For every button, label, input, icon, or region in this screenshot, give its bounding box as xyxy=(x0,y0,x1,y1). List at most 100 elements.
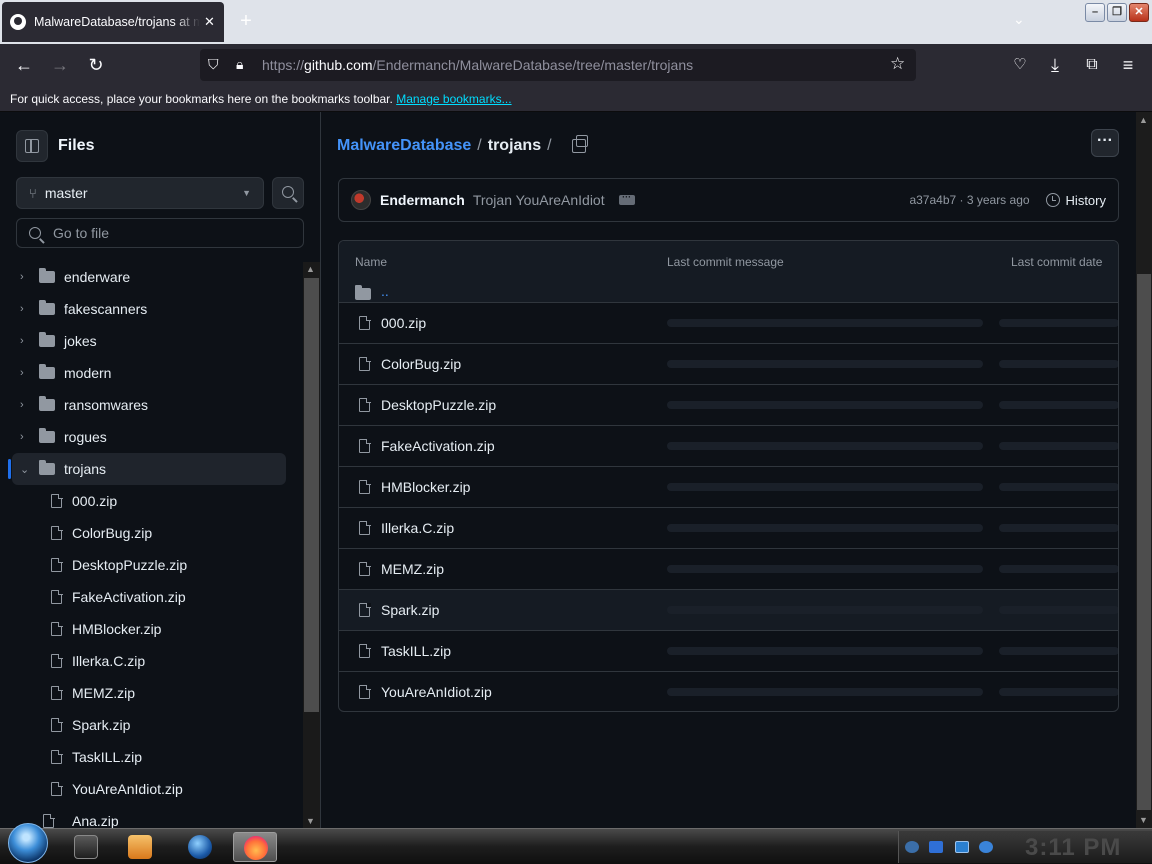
tree-file[interactable]: Illerka.C.zip xyxy=(0,645,302,677)
taskbar-item-explorer[interactable] xyxy=(64,832,108,862)
lock-icon[interactable]: 🔒︎ xyxy=(236,56,243,73)
close-window-button[interactable]: ✕ xyxy=(1129,3,1149,22)
file-name-link[interactable]: DesktopPuzzle.zip xyxy=(381,397,496,413)
tree-file[interactable]: MEMZ.zip xyxy=(0,677,302,709)
tree-folder-fakescanners[interactable]: › fakescanners xyxy=(0,293,302,325)
taskbar-item-internet[interactable] xyxy=(178,832,222,862)
expand-commit-message-button[interactable]: ··· xyxy=(618,193,635,205)
chevron-right-icon[interactable]: › xyxy=(20,303,28,315)
table-row[interactable]: TaskILL.zip xyxy=(339,630,1118,671)
search-button[interactable] xyxy=(272,177,304,209)
table-row[interactable]: ColorBug.zip xyxy=(339,343,1118,384)
file-name-link[interactable]: Illerka.C.zip xyxy=(381,520,454,536)
downloads-icon[interactable]: ⤓ xyxy=(1044,54,1066,76)
table-row[interactable]: Illerka.C.zip xyxy=(339,507,1118,548)
sidebar-scroll-thumb[interactable] xyxy=(304,278,319,712)
page-scroll-thumb[interactable] xyxy=(1137,274,1151,810)
avatar[interactable] xyxy=(351,190,371,210)
pocket-icon[interactable]: ♡ xyxy=(1009,54,1031,76)
copy-path-icon[interactable] xyxy=(571,135,588,153)
tree-file[interactable]: YouAreAnIdiot.zip xyxy=(0,773,302,805)
extensions-puzzle-icon[interactable]: ⧉ xyxy=(1081,54,1103,76)
tree-folder-enderware[interactable]: › enderware xyxy=(0,261,302,293)
tree-item-label: 000.zip xyxy=(72,493,118,509)
tray-app-icon[interactable] xyxy=(905,841,919,853)
minimize-window-button[interactable]: – xyxy=(1085,3,1105,22)
browser-tab[interactable]: MalwareDatabase/trojans at master ✕ xyxy=(2,2,224,42)
parent-directory-link[interactable]: .. xyxy=(381,283,389,299)
start-orb-button[interactable] xyxy=(8,823,48,863)
tray-display-icon[interactable] xyxy=(955,841,969,853)
list-all-tabs-chevron-icon[interactable]: ⌄ xyxy=(1013,11,1025,28)
scroll-down-arrow-icon[interactable]: ▼ xyxy=(306,816,315,826)
chevron-down-icon[interactable]: ⌄ xyxy=(20,463,29,476)
chevron-right-icon[interactable]: › xyxy=(20,399,28,411)
scroll-up-arrow-icon[interactable]: ▲ xyxy=(306,264,315,274)
breadcrumb-repo-link[interactable]: MalwareDatabase xyxy=(337,137,471,155)
table-row[interactable]: FakeActivation.zip xyxy=(339,425,1118,466)
table-row[interactable]: YouAreAnIdiot.zip xyxy=(339,671,1118,711)
tree-folder-trojans[interactable]: ⌄ trojans xyxy=(8,453,286,485)
file-name-link[interactable]: HMBlocker.zip xyxy=(381,479,470,495)
tree-file[interactable]: Spark.zip xyxy=(0,709,302,741)
tracking-protection-shield-icon[interactable]: ⛉ xyxy=(208,56,219,73)
scroll-up-arrow-icon[interactable]: ▲ xyxy=(1139,115,1148,125)
commit-message[interactable]: Trojan YouAreAnIdiot xyxy=(473,192,605,208)
tree-folder-jokes[interactable]: › jokes xyxy=(0,325,302,357)
tray-volume-icon[interactable] xyxy=(979,841,993,853)
file-name-link[interactable]: FakeActivation.zip xyxy=(381,438,495,454)
taskbar-item-firefox[interactable] xyxy=(233,832,277,862)
tree-file[interactable]: FakeActivation.zip xyxy=(0,581,302,613)
chevron-right-icon[interactable]: › xyxy=(20,431,28,443)
table-row[interactable]: Spark.zip xyxy=(339,589,1118,630)
table-row[interactable]: HMBlocker.zip xyxy=(339,466,1118,507)
file-name-link[interactable]: 000.zip xyxy=(381,315,426,331)
commit-hash-and-age[interactable]: a37a4b7 · 3 years ago xyxy=(909,193,1029,207)
tree-file[interactable]: 000.zip xyxy=(0,485,302,517)
file-name-link[interactable]: YouAreAnIdiot.zip xyxy=(381,684,492,700)
table-row[interactable]: MEMZ.zip xyxy=(339,548,1118,589)
sidebar-scrollbar[interactable]: ▲ ▼ xyxy=(303,262,320,828)
file-name-link[interactable]: ColorBug.zip xyxy=(381,356,461,372)
chevron-right-icon[interactable]: › xyxy=(20,335,28,347)
scroll-down-arrow-icon[interactable]: ▼ xyxy=(1139,815,1148,825)
folder-icon xyxy=(39,364,55,379)
tree-folder-modern[interactable]: › modern xyxy=(0,357,302,389)
tree-file[interactable]: ColorBug.zip xyxy=(0,517,302,549)
parent-directory-row[interactable]: .. xyxy=(339,282,1118,302)
forward-arrow-icon[interactable]: → xyxy=(49,54,71,76)
branch-selector[interactable]: ⑂ master ▼ xyxy=(16,177,264,209)
url-text[interactable]: https://github.com/Endermanch/MalwareDat… xyxy=(262,57,693,73)
new-tab-button[interactable]: + xyxy=(236,10,256,33)
tab-close-icon[interactable]: ✕ xyxy=(204,14,215,30)
file-name-link[interactable]: MEMZ.zip xyxy=(381,561,444,577)
table-row[interactable]: DesktopPuzzle.zip xyxy=(339,384,1118,425)
reload-icon[interactable]: ↻ xyxy=(85,54,107,76)
tree-file[interactable]: DesktopPuzzle.zip xyxy=(0,549,302,581)
file-name-link[interactable]: TaskILL.zip xyxy=(381,643,451,659)
more-options-button[interactable]: ··· xyxy=(1091,129,1119,157)
manage-bookmarks-link[interactable]: Manage bookmarks... xyxy=(396,92,511,106)
back-arrow-icon[interactable]: ← xyxy=(13,54,35,76)
tree-file[interactable]: TaskILL.zip xyxy=(0,741,302,773)
chevron-right-icon[interactable]: › xyxy=(20,367,28,379)
tree-folder-rogues[interactable]: › rogues xyxy=(0,421,302,453)
collapse-sidebar-button[interactable] xyxy=(16,130,48,162)
app-menu-hamburger-icon[interactable]: ≡ xyxy=(1117,54,1139,76)
tray-network-icon[interactable] xyxy=(929,841,943,853)
tree-file[interactable]: HMBlocker.zip xyxy=(0,613,302,645)
tree-folder-ransomwares[interactable]: › ransomwares xyxy=(0,389,302,421)
commit-author[interactable]: Endermanch xyxy=(380,192,465,208)
table-row[interactable]: 000.zip xyxy=(339,302,1118,343)
address-bar[interactable]: ⛉ 🔒︎ https://github.com/Endermanch/Malwa… xyxy=(200,49,916,81)
bookmark-star-icon[interactable]: ☆ xyxy=(890,54,905,74)
chevron-right-icon[interactable]: › xyxy=(20,271,28,283)
restore-window-button[interactable]: ❐ xyxy=(1107,3,1127,22)
go-to-file-input[interactable]: Go to file xyxy=(16,218,304,248)
taskbar-clock[interactable]: 3:11 PM xyxy=(1025,834,1121,862)
page-scrollbar[interactable]: ▲ ▼ xyxy=(1136,112,1152,828)
file-name-link[interactable]: Spark.zip xyxy=(381,602,439,618)
taskbar-item-media-player[interactable] xyxy=(118,832,162,862)
history-button[interactable]: History xyxy=(1045,193,1106,208)
tree-file-root[interactable]: Ana.zip xyxy=(0,805,302,828)
